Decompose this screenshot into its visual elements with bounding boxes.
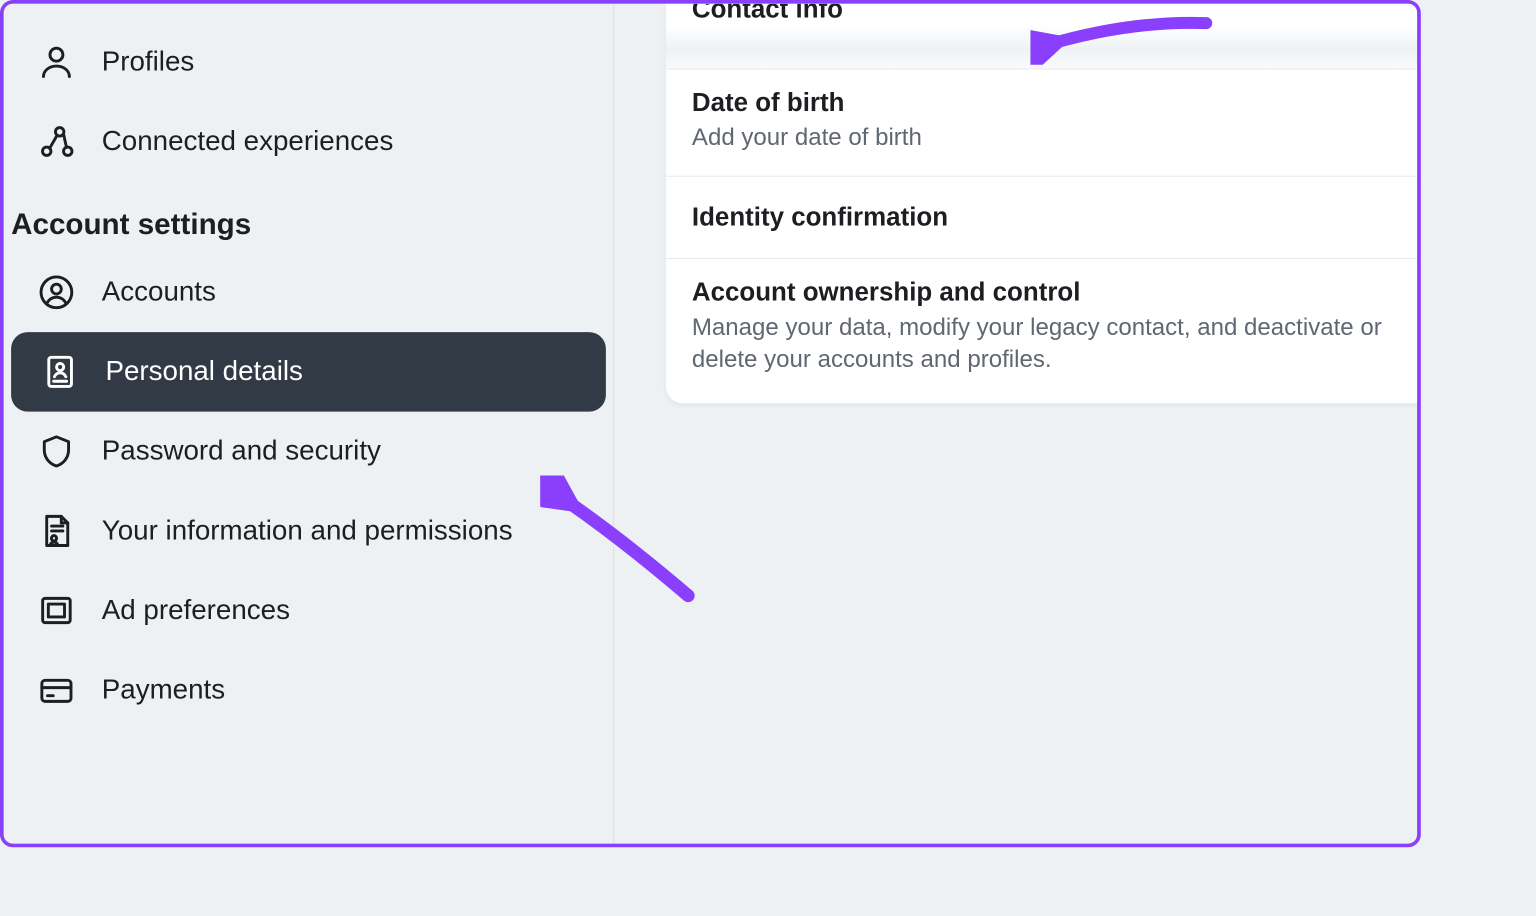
row-subtitle: Manage your data, modify your legacy con… — [692, 311, 1391, 376]
row-subtitle: Add your date of birth — [692, 121, 1391, 153]
sidebar-item-label: Profiles — [102, 45, 195, 80]
person-icon — [37, 43, 76, 82]
user-circle-icon — [37, 273, 76, 312]
sidebar-item-label: Accounts — [102, 275, 216, 310]
row-identity-confirmation[interactable]: Identity confirmation — [666, 177, 1417, 259]
personal-details-card: Contact info Date of birth Add your date… — [666, 4, 1417, 404]
row-title: Contact info — [692, 4, 1391, 24]
sidebar-item-accounts[interactable]: Accounts — [4, 253, 614, 333]
row-date-of-birth[interactable]: Date of birth Add your date of birth — [666, 69, 1417, 176]
sidebar-item-label: Connected experiences — [102, 124, 394, 159]
sidebar-item-information-permissions[interactable]: Your information and permissions — [4, 491, 614, 571]
row-title: Account ownership and control — [692, 278, 1391, 308]
sidebar-item-label: Ad preferences — [102, 593, 290, 628]
sidebar-item-label: Password and security — [102, 434, 381, 469]
row-title: Identity confirmation — [692, 203, 1391, 233]
sidebar-item-label: Payments — [102, 673, 225, 708]
sidebar-item-personal-details[interactable]: Personal details — [11, 332, 606, 412]
redacted-overlay — [666, 28, 1417, 71]
main-panel: Contact info Date of birth Add your date… — [614, 4, 1417, 844]
document-user-icon — [37, 512, 76, 551]
row-title: Date of birth — [692, 88, 1391, 118]
row-account-ownership[interactable]: Account ownership and control Manage you… — [666, 259, 1417, 403]
sidebar-item-profiles[interactable]: Profiles — [4, 22, 614, 102]
sidebar-item-connected-experiences[interactable]: Connected experiences — [4, 102, 614, 182]
window-icon — [37, 591, 76, 630]
sidebar-item-label: Your information and permissions — [102, 514, 513, 549]
sidebar-item-payments[interactable]: Payments — [4, 650, 614, 730]
sidebar-section-header: Account settings — [4, 181, 614, 252]
share-nodes-icon — [37, 122, 76, 161]
sidebar-item-ad-preferences[interactable]: Ad preferences — [4, 571, 614, 651]
credit-card-icon — [37, 671, 76, 710]
sidebar-item-password-security[interactable]: Password and security — [4, 412, 614, 492]
app-frame: Profiles Connected experiences Account s… — [0, 0, 1421, 847]
row-contact-info[interactable]: Contact info — [666, 4, 1417, 70]
shield-icon — [37, 432, 76, 471]
sidebar-item-label: Personal details — [105, 355, 302, 390]
settings-sidebar: Profiles Connected experiences Account s… — [4, 4, 615, 844]
id-card-icon — [41, 352, 80, 391]
